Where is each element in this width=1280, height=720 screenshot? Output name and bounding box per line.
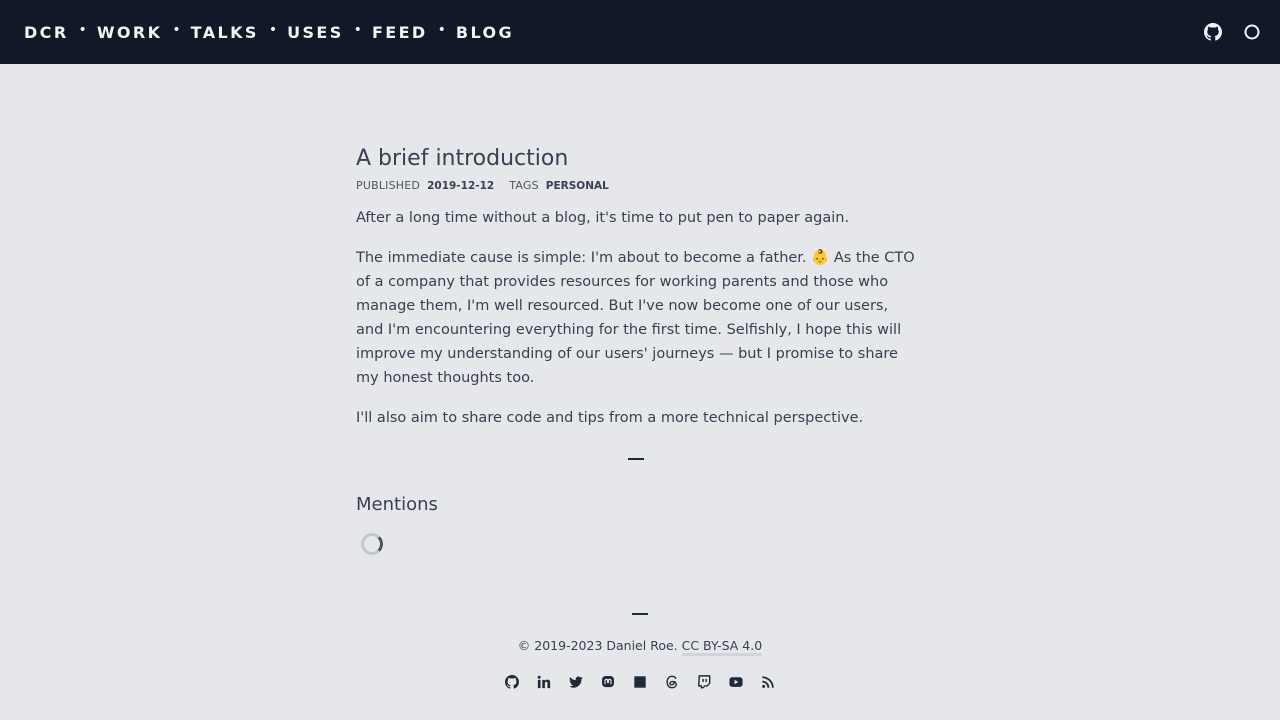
post-title: A brief introduction xyxy=(356,146,569,171)
github-icon[interactable] xyxy=(1204,23,1222,41)
nav-separator: • xyxy=(172,22,181,38)
bluesky-square-icon[interactable] xyxy=(633,675,647,689)
mastodon-icon[interactable] xyxy=(601,675,615,689)
github-icon[interactable] xyxy=(505,675,519,689)
nav-separator: • xyxy=(268,22,278,38)
linkedin-icon[interactable] xyxy=(537,675,551,689)
nav-separator: • xyxy=(437,22,446,38)
published-date: 2019-12-12 xyxy=(427,179,495,192)
post-paragraph: After a long time without a blog, it's t… xyxy=(356,210,850,226)
youtube-icon[interactable] xyxy=(729,675,743,689)
social-links xyxy=(0,675,1280,689)
post-meta: PUBLISHED 2019-12-12 TAGS PERSONAL xyxy=(356,179,916,192)
tag-link[interactable]: PERSONAL xyxy=(546,180,609,192)
nav-home-link[interactable]: DCR xyxy=(24,23,69,42)
header-actions xyxy=(1204,23,1260,41)
twitch-icon[interactable] xyxy=(697,675,711,689)
main-nav: DCR • WORK • TALKS • USES • FEED • BLOG xyxy=(24,22,514,42)
copyright-text: © 2019-2023 Daniel Roe. xyxy=(517,638,678,653)
post-paragraph: I'll also aim to share code and tips fro… xyxy=(356,410,864,426)
nav-feed-link[interactable]: FEED xyxy=(372,23,428,42)
license-link[interactable]: CC BY-SA 4.0 xyxy=(681,638,763,656)
published-label: PUBLISHED xyxy=(356,179,421,192)
article: A brief introduction PUBLISHED 2019-12-1… xyxy=(356,146,916,555)
footer: © 2019-2023 Daniel Roe. CC BY-SA 4.0 xyxy=(0,613,1280,689)
nav-separator: • xyxy=(78,22,87,38)
mentions-title: Mentions xyxy=(356,494,438,515)
nav-blog-link[interactable]: BLOG xyxy=(456,23,514,42)
post-body: After a long time without a blog, it's t… xyxy=(356,206,916,430)
post-paragraph: The immediate cause is simple: I'm about… xyxy=(356,250,915,386)
twitter-icon[interactable] xyxy=(569,675,583,689)
footer-divider xyxy=(632,613,648,615)
rss-icon[interactable] xyxy=(761,675,775,689)
nav-talks-link[interactable]: TALKS xyxy=(191,23,259,42)
loading-spinner-icon xyxy=(361,533,383,555)
nav-work-link[interactable]: WORK xyxy=(97,23,163,42)
copyright: © 2019-2023 Daniel Roe. CC BY-SA 4.0 xyxy=(0,638,1280,656)
top-bar: DCR • WORK • TALKS • USES • FEED • BLOG xyxy=(0,0,1280,64)
nav-separator: • xyxy=(353,22,362,38)
tags-label: TAGS xyxy=(509,179,539,192)
theme-toggle-icon[interactable] xyxy=(1244,24,1260,40)
nav-uses-link[interactable]: USES xyxy=(287,23,344,42)
section-divider xyxy=(628,458,644,460)
threads-icon[interactable] xyxy=(665,675,679,689)
